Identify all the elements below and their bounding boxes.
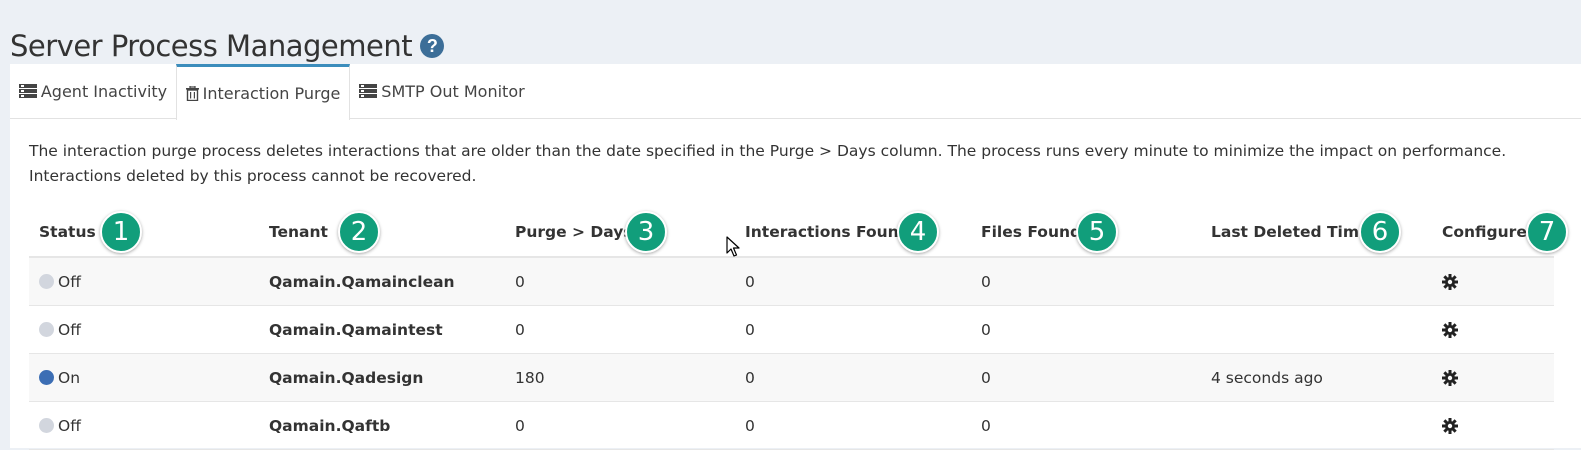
gear-icon[interactable] [1442, 417, 1458, 434]
column-label: Configure [1442, 223, 1527, 241]
tab-bar: Agent Inactivity Interaction Purge SMTP … [10, 64, 1581, 120]
table-row: Off Qamain.Qaftb 0 0 0 [29, 402, 1554, 450]
interactions-found: 0 [745, 368, 755, 387]
callout-badge-6: 6 [1359, 211, 1401, 253]
tenant-name: Qamain.Qamaintest [269, 320, 443, 339]
status-on-dot [39, 370, 54, 385]
purge-table: Status 1 Tenant 2 Purge > Days 3 Interac… [29, 208, 1568, 450]
tenant-name: Qamain.Qamainclean [269, 272, 455, 291]
column-header-interactions-found[interactable]: Interactions Found [745, 208, 910, 256]
purge-days: 180 [515, 368, 545, 387]
tab-agent-inactivity[interactable]: Agent Inactivity [10, 64, 176, 118]
column-header-purge-days[interactable]: Purge > Days [515, 208, 633, 256]
tenant-name: Qamain.Qaftb [269, 416, 391, 435]
content-panel: Agent Inactivity Interaction Purge SMTP … [10, 64, 1581, 450]
column-label: Tenant [269, 223, 328, 241]
column-header-files-found[interactable]: Files Found [981, 208, 1081, 256]
tab-interaction-purge[interactable]: Interaction Purge [176, 64, 350, 120]
purge-days: 0 [515, 416, 525, 435]
tab-smtp-out-monitor[interactable]: SMTP Out Monitor [350, 64, 534, 118]
configure-cell [1442, 402, 1458, 449]
page-title-text: Server Process Management [10, 29, 413, 64]
last-deleted-time: 4 seconds ago [1211, 368, 1323, 387]
configure-cell [1442, 354, 1458, 401]
tab-label: Interaction Purge [202, 84, 341, 103]
purge-description: The interaction purge process deletes in… [29, 142, 1507, 185]
mouse-pointer-icon [726, 236, 740, 263]
status-label: Off [58, 272, 81, 291]
callout-badge-7: 7 [1526, 211, 1568, 253]
table-row: On Qamain.Qadesign 180 0 0 4 seconds ago [29, 354, 1554, 402]
files-found: 0 [981, 416, 991, 435]
callout-badge-3: 3 [625, 211, 667, 253]
server-icon [18, 84, 37, 98]
tab-label: Agent Inactivity [40, 81, 168, 101]
gear-icon[interactable] [1442, 321, 1458, 338]
callout-badge-5: 5 [1076, 211, 1118, 253]
status-off-dot [39, 274, 54, 289]
column-label: Last Deleted Time [1211, 223, 1370, 241]
trash-icon [185, 86, 199, 101]
status-label: Off [58, 320, 81, 339]
status-toggle[interactable]: Off [39, 258, 81, 305]
configure-cell [1442, 258, 1458, 305]
page-title: Server Process Management ? [10, 29, 445, 64]
callout-badge-4: 4 [897, 211, 939, 253]
table-header: Status 1 Tenant 2 Purge > Days 3 Interac… [29, 208, 1568, 258]
column-label: Purge > Days [515, 223, 633, 241]
configure-cell [1442, 306, 1458, 353]
status-off-dot [39, 418, 54, 433]
status-label: Off [58, 416, 81, 435]
tab-label: SMTP Out Monitor [381, 81, 525, 101]
gear-icon[interactable] [1442, 273, 1458, 290]
files-found: 0 [981, 272, 991, 291]
purge-days: 0 [515, 320, 525, 339]
interactions-found: 0 [745, 416, 755, 435]
status-off-dot [39, 322, 54, 337]
files-found: 0 [981, 368, 991, 387]
column-header-tenant[interactable]: Tenant [269, 208, 328, 256]
column-header-last-deleted-time[interactable]: Last Deleted Time [1211, 208, 1370, 256]
purge-days: 0 [515, 272, 525, 291]
column-label: Interactions Found [745, 223, 910, 241]
server-icon [359, 84, 378, 98]
tenant-name: Qamain.Qadesign [269, 368, 424, 387]
interactions-found: 0 [745, 272, 755, 291]
column-header-configure: Configure [1442, 208, 1527, 256]
table-row: Off Qamain.Qamainclean 0 0 0 [29, 258, 1554, 306]
files-found: 0 [981, 320, 991, 339]
status-label: On [58, 368, 81, 387]
status-toggle[interactable]: Off [39, 306, 81, 353]
gear-icon[interactable] [1442, 369, 1458, 386]
interactions-found: 0 [745, 320, 755, 339]
callout-badge-1: 1 [100, 211, 142, 253]
help-icon[interactable]: ? [420, 34, 445, 59]
column-header-status[interactable]: Status [39, 208, 96, 256]
column-label: Files Found [981, 223, 1082, 241]
table-row: Off Qamain.Qamaintest 0 0 0 [29, 306, 1554, 354]
status-toggle[interactable]: Off [39, 402, 81, 449]
callout-badge-2: 2 [338, 211, 380, 253]
column-label: Status [39, 223, 96, 241]
status-toggle[interactable]: On [39, 354, 80, 401]
